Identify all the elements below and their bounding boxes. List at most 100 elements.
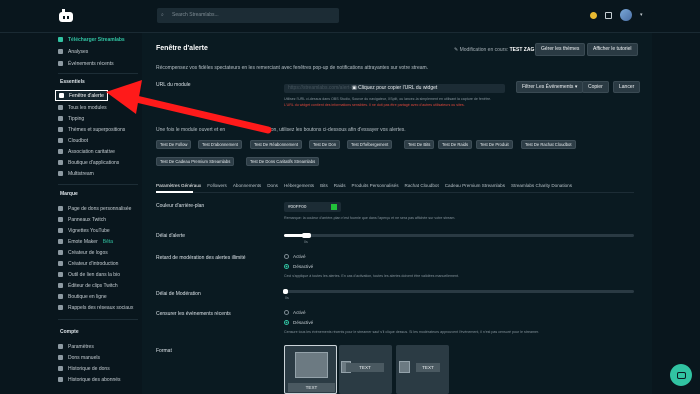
censor-recent-label: Censurer les événements récents (156, 311, 231, 317)
streamlabs-logo-icon[interactable] (58, 9, 74, 23)
tab-products[interactable]: Produits Personnalisés (352, 183, 399, 188)
sidebar-item-shop[interactable]: Boutique en ligne (58, 292, 107, 301)
sidebar-item-download[interactable]: Télécharger Streamlabs (58, 35, 125, 44)
copy-button[interactable]: Copier (582, 81, 609, 93)
test-prime-gift-button[interactable]: Test De Cadeau Premium Streamlabs (156, 157, 235, 166)
tab-followers[interactable]: Followers (207, 183, 227, 188)
beta-badge: Bêta (102, 238, 114, 245)
show-tutorial-button[interactable]: Afficher le tutoriel (587, 43, 638, 56)
sidebar-item-cloudbot[interactable]: Cloudbot (58, 136, 88, 145)
modification-status: ✎ Modification en cours: TEST ZAG (454, 47, 535, 53)
format-text-over-image[interactable]: TEXT (396, 345, 449, 394)
test-cloudbot-button[interactable]: Test De Rachat Cloudbot (521, 140, 576, 149)
sidebar-item-app-store[interactable]: Boutique d'applications (58, 158, 119, 167)
sidebar-item-donation-history[interactable]: Historique de dons (58, 364, 110, 373)
format-image-left-text[interactable]: TEXT (339, 345, 392, 394)
section-marque: Marque (60, 191, 78, 197)
search-input[interactable]: ⌕ Search Streamlabs... (157, 8, 339, 23)
chart-icon (58, 49, 63, 54)
widget-url-field[interactable]: https://streamlabs.com/alert-box/v3/... … (284, 84, 505, 93)
moderation-active-radio[interactable]: Activé (284, 254, 306, 259)
search-icon: ⌕ (161, 12, 164, 18)
sidebar-item-manual-donations[interactable]: Dons manuels (58, 353, 100, 362)
sidebar-item-twitch-panels[interactable]: Panneaux Twitch (58, 215, 106, 224)
sidebar-item-themes[interactable]: Thèmes et superpositions (58, 125, 125, 134)
sidebar-item-recent-events[interactable]: Événements récents (58, 59, 114, 68)
test-intro-start: Une fois le module ouvert et en (156, 127, 226, 133)
sidebar-item-intro-maker[interactable]: Créateur d'introduction (58, 259, 118, 268)
active-tab-indicator (156, 191, 193, 193)
launch-button[interactable]: Lancer (613, 81, 641, 93)
censor-inactive-radio[interactable]: Désactivé (284, 320, 313, 325)
bot-icon (58, 138, 63, 143)
test-follow-button[interactable]: Test De Follow (156, 140, 192, 149)
test-host-button[interactable]: Test D'hébergement (347, 140, 393, 149)
tab-prime-gift[interactable]: Cadeau Premium Streamlabs (445, 183, 505, 188)
sidebar: Télécharger Streamlabs Analyses Événemen… (52, 33, 142, 394)
subscriber-icon (58, 377, 63, 382)
alert-delay-handle[interactable] (302, 233, 311, 238)
image-placeholder-icon (399, 361, 410, 373)
test-donation-button[interactable]: Test De Don (309, 140, 341, 149)
image-placeholder-icon (295, 352, 328, 378)
intro-icon (58, 261, 63, 266)
tab-bits[interactable]: Bits (320, 183, 328, 188)
sidebar-item-analytics[interactable]: Analyses (58, 47, 88, 56)
tab-cloudbot[interactable]: Rachat Cloudbot (405, 183, 439, 188)
sidebar-item-subscriber-history[interactable]: Historique des abonnés (58, 375, 121, 384)
mod-delay-handle[interactable] (283, 289, 288, 294)
manage-themes-button[interactable]: Gérer les thèmes (535, 43, 586, 56)
sidebar-item-multistream[interactable]: Multistream (58, 169, 94, 178)
chevron-down-icon[interactable]: ▾ (640, 12, 643, 18)
alert-delay-slider[interactable] (284, 234, 634, 237)
top-bar: ⌕ Search Streamlabs... ▾ (0, 0, 700, 33)
tab-donations[interactable]: Dons (267, 183, 278, 188)
tab-raids[interactable]: Raids (334, 183, 346, 188)
bg-color-swatch[interactable] (331, 204, 337, 210)
test-bits-button[interactable]: Test De Bits (404, 140, 435, 149)
bell-icon[interactable] (605, 11, 612, 19)
test-product-button[interactable]: Test De Produit (476, 140, 513, 149)
radio-circle (284, 254, 289, 259)
sidebar-item-charity[interactable]: Association caritative (58, 147, 115, 156)
sidebar-item-link-in-bio[interactable]: Outil de lien dans la bio (58, 270, 120, 279)
main-content: Fenêtre d'alerte ✎ Modification en cours… (142, 33, 652, 394)
tab-hosts[interactable]: Hébergements (284, 183, 314, 188)
section-compte: Compte (60, 329, 79, 335)
format-image-above-text[interactable]: TEXT (284, 345, 337, 394)
url-warning-note: L'URL du widget contient des information… (284, 103, 465, 107)
test-subscription-button[interactable]: Test D'abonnement (198, 140, 242, 149)
tab-charity[interactable]: Streamlabs Charity Donations (511, 183, 572, 188)
moderation-inactive-radio[interactable]: Désactivé (284, 264, 313, 269)
censor-active-radio[interactable]: Activé (284, 310, 306, 315)
scrollbar-area[interactable] (652, 33, 700, 394)
tab-subscriptions[interactable]: Abonnements (233, 183, 261, 188)
sidebar-item-youtube-thumbnails[interactable]: Vignettes YouTube (58, 226, 110, 235)
sidebar-item-donation-page[interactable]: Page de dons personnalisée (58, 204, 131, 213)
sidebar-item-tipping[interactable]: Tipping (58, 114, 84, 123)
avatar[interactable] (620, 9, 632, 21)
sidebar-item-social-reminders[interactable]: Rappels des réseaux sociaux (58, 303, 133, 312)
sidebar-item-alert-box[interactable]: Fenêtre d'alerte (55, 90, 108, 101)
sidebar-item-all-widgets[interactable]: Tous les modules (58, 103, 107, 112)
format-label: Format (156, 348, 172, 354)
logo-icon (58, 250, 63, 255)
sidebar-item-logo-maker[interactable]: Créateur de logos (58, 248, 108, 257)
chat-icon (676, 371, 686, 379)
chat-support-button[interactable] (670, 364, 692, 386)
notification-icon[interactable] (590, 11, 597, 19)
mod-delay-slider[interactable] (284, 290, 634, 293)
section-essentiels: Essentiels (60, 79, 85, 85)
tab-general[interactable]: Paramètres Généraux (156, 183, 201, 188)
mod-delay-value: 0s (285, 296, 289, 300)
filter-events-button[interactable]: Filtrer Les Événements ▾ (516, 81, 584, 93)
copy-url-hint: ▣ Cliquez pour copier l'URL du widget (352, 85, 438, 91)
test-resub-button[interactable]: Test De Réabonnement (250, 140, 302, 149)
test-charity-button[interactable]: Test De Dons Caritatifs Streamlabs (246, 157, 320, 166)
list-icon (58, 61, 63, 66)
sidebar-item-emote-maker[interactable]: Emote Maker Bêta (58, 237, 113, 246)
sidebar-item-settings[interactable]: Paramètres (58, 342, 94, 351)
test-raids-button[interactable]: Test De Raids (438, 140, 473, 149)
sidebar-item-clip-editor[interactable]: Éditeur de clips Twitch (58, 281, 118, 290)
alert-delay-label: Délai d'alerte (156, 233, 186, 239)
